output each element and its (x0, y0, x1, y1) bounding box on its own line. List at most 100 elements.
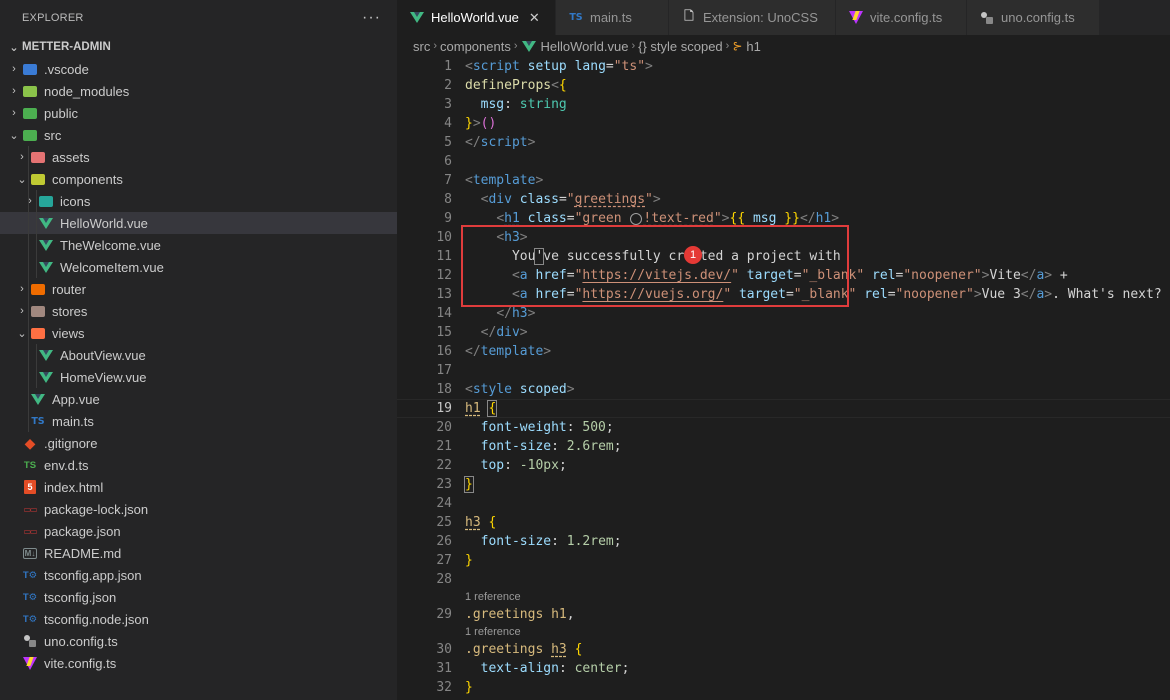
tree-item-label: tsconfig.json (44, 589, 117, 605)
tree-item-vscode[interactable]: › .vscode (0, 58, 397, 80)
line-number: 17 (436, 363, 452, 378)
code-token: : (566, 420, 583, 435)
tree-item-env-d-ts[interactable]: TS env.d.ts (0, 454, 397, 476)
line-text: <script setup lang="ts"> (465, 57, 653, 76)
code-line: 27} (397, 551, 1170, 570)
tree-item-label: .vscode (44, 61, 89, 77)
breadcrumb-style[interactable]: {} style scoped (638, 39, 723, 54)
project-name: METTER-ADMIN (22, 41, 111, 53)
tree-item-icons[interactable]: › icons (0, 190, 397, 212)
tree-item-label: App.vue (52, 391, 100, 407)
tree-item-public[interactable]: › public (0, 102, 397, 124)
line-number: 14 (436, 306, 452, 321)
tree-item-views[interactable]: ⌄ views (0, 322, 397, 344)
vue-file-icon (30, 391, 46, 407)
explorer-title: EXPLORER (22, 12, 84, 24)
tab-label: main.ts (590, 10, 632, 25)
tree-item-tsconfig-json[interactable]: T⚙ tsconfig.json (0, 586, 397, 608)
tab-extension-unocss[interactable]: 🗋 Extension: UnoCSS (669, 0, 836, 35)
code-token: > (527, 306, 536, 321)
tree-item-welcomeitem-vue[interactable]: WelcomeItem.vue (0, 256, 397, 278)
indent-guide (36, 256, 37, 278)
vscode-folder-icon (22, 61, 38, 77)
tree-item-label: views (52, 325, 85, 341)
tree-item-tsconfig-app-json[interactable]: T⚙ tsconfig.app.json (0, 564, 397, 586)
code-lens[interactable]: 1 reference (397, 624, 1170, 640)
tab-label: vite.config.ts (870, 10, 943, 25)
breadcrumb-separator-icon: › (433, 40, 438, 52)
tree-item-tsconfig-node-json[interactable]: T⚙ tsconfig.node.json (0, 608, 397, 630)
code-line: 13 <a href="https://vuejs.org/" target="… (397, 285, 1170, 304)
code-token: > (652, 192, 661, 207)
tree-item-package-json[interactable]: ▭▭ package.json (0, 520, 397, 542)
indent-guide (28, 256, 29, 278)
tree-item-components[interactable]: ⌄ components (0, 168, 397, 190)
code-token: </ (465, 135, 481, 150)
tab-label: Extension: UnoCSS (703, 10, 818, 25)
code-token: > (645, 59, 653, 74)
icons-folder-icon (38, 193, 54, 209)
code-token: = (566, 287, 575, 302)
tree-item-router[interactable]: › router (0, 278, 397, 300)
tree-item-stores[interactable]: › stores (0, 300, 397, 322)
tree-item-thewelcome-vue[interactable]: TheWelcome.vue (0, 234, 397, 256)
code-token: string (519, 97, 567, 112)
line-text: h1 { (465, 400, 498, 417)
code-token: .greetings (465, 642, 544, 657)
tree-item-package-lock-json[interactable]: ▭▭ package-lock.json (0, 498, 397, 520)
tree-item-main-ts[interactable]: TS main.ts (0, 410, 397, 432)
code-token: > (535, 173, 544, 188)
indent-guide (28, 388, 29, 410)
breadcrumb-file[interactable]: HelloWorld.vue (541, 39, 629, 54)
code-token: a (519, 287, 528, 302)
line-number: 31 (436, 661, 452, 676)
line-text: You've successfully created a project wi… (465, 247, 841, 266)
tab-vite-config-ts[interactable]: vite.config.ts (836, 0, 967, 35)
code-line: 19 h1 { (397, 399, 1170, 418)
line-text: </div> (465, 323, 528, 342)
code-line: 7 <template> (397, 171, 1170, 190)
code-token: script (480, 135, 528, 150)
tab-main-ts[interactable]: TS main.ts (556, 0, 669, 35)
tree-item-aboutview-vue[interactable]: AboutView.vue (0, 344, 397, 366)
tree-item-readme-md[interactable]: M↓ README.md (0, 542, 397, 564)
tree-item-helloworld-vue[interactable]: HelloWorld.vue (0, 212, 397, 234)
tree-item-label: package-lock.json (44, 501, 149, 517)
tree-item-assets[interactable]: › assets (0, 146, 397, 168)
code-editor[interactable]: 1 <script setup lang="ts"> 2 defineProps<{3… (397, 57, 1170, 700)
indent-guide (28, 366, 29, 388)
tree-item-app-vue[interactable]: App.vue (0, 388, 397, 410)
line-text: <style scoped> (465, 380, 575, 399)
code-token: } (465, 553, 473, 568)
code-token: < (465, 59, 473, 74)
code-line: 17 (397, 361, 1170, 380)
code-token: a (519, 268, 528, 283)
more-actions-icon[interactable]: ··· (362, 9, 381, 27)
color-swatch-icon[interactable] (630, 212, 643, 225)
tree-item-vite-config-ts[interactable]: vite.config.ts (0, 652, 397, 674)
code-token: rel (864, 287, 888, 302)
tree-item-label: stores (52, 303, 88, 319)
tab-helloworld-vue[interactable]: HelloWorld.vue ✕ (397, 0, 556, 35)
code-lens[interactable]: 1 reference (397, 589, 1170, 605)
tree-item-label: tsconfig.node.json (44, 611, 149, 627)
tree-item-homeview-vue[interactable]: HomeView.vue (0, 366, 397, 388)
tab-uno-config-ts[interactable]: uno.config.ts (967, 0, 1100, 35)
tree-item-gitignore[interactable]: ◆ .gitignore (0, 432, 397, 454)
close-icon[interactable]: ✕ (529, 10, 540, 26)
code-token: msg (480, 97, 505, 112)
tree-item-index-html[interactable]: 5 index.html (0, 476, 397, 498)
line-number: 26 (436, 534, 452, 549)
tree-item-src[interactable]: ⌄ src (0, 124, 397, 146)
code-line: 24 (397, 494, 1170, 513)
tree-item-uno-config-ts[interactable]: uno.config.ts (0, 630, 397, 652)
breadcrumb-h1[interactable]: h1 (746, 39, 760, 54)
project-root[interactable]: ⌄ METTER-ADMIN (0, 36, 397, 58)
code-token: ; (605, 420, 614, 435)
git-file-icon: ◆ (24, 434, 36, 451)
tree-item-node-modules[interactable]: › node_modules (0, 80, 397, 102)
breadcrumb-components[interactable]: components (440, 39, 511, 54)
breadcrumb-src[interactable]: src (413, 39, 430, 54)
